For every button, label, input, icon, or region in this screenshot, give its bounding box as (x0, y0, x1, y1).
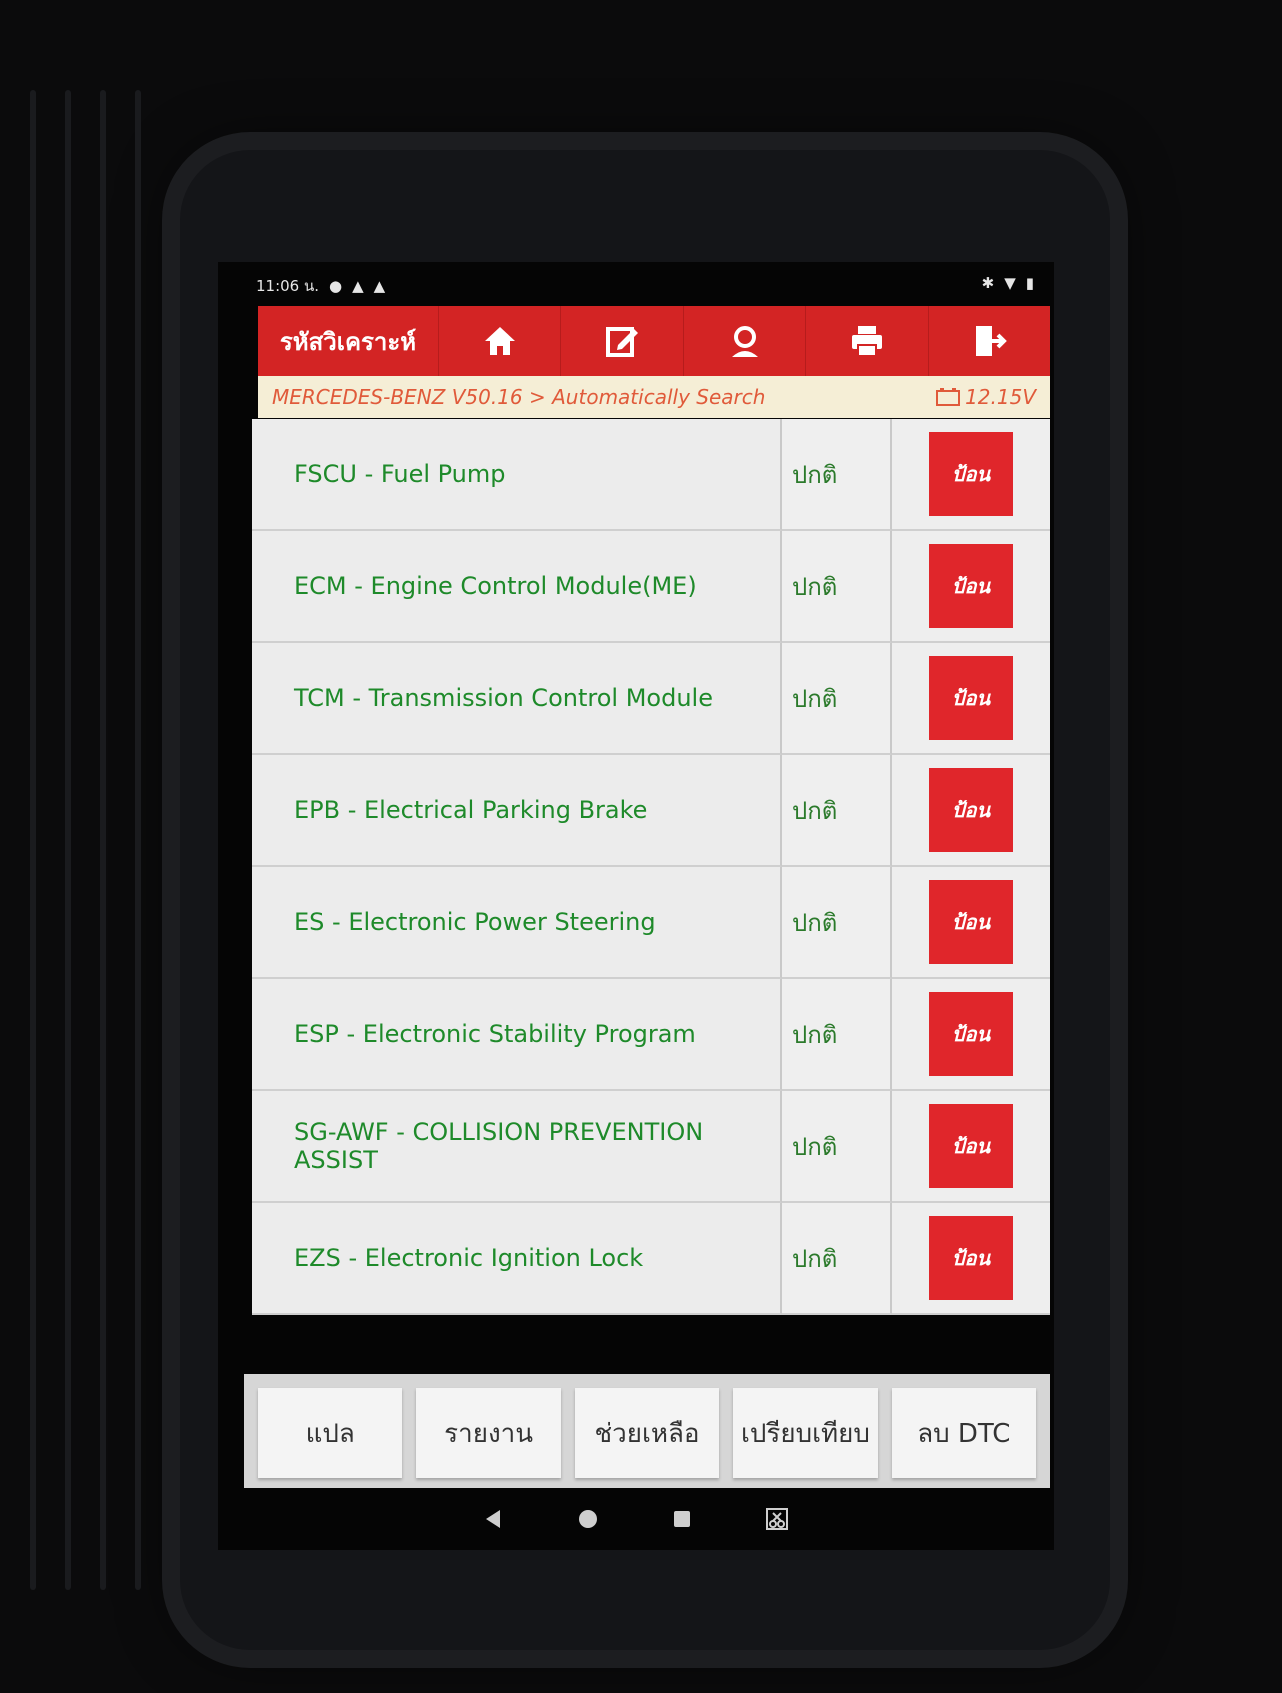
alert-icon-2: ▲ (373, 277, 386, 295)
clear-dtc-button[interactable]: ลบ DTC (891, 1388, 1037, 1478)
exit-icon (976, 326, 1008, 356)
module-name: EPB - Electrical Parking Brake (252, 755, 782, 867)
status-time: 11:06 น. (256, 277, 320, 295)
compare-button[interactable]: เปรียบเทียบ (733, 1388, 878, 1478)
enter-button[interactable]: ป้อน (929, 1104, 1013, 1188)
module-status: ปกติ (782, 643, 892, 755)
module-status: ปกติ (782, 867, 892, 979)
module-name: ECM - Engine Control Module(ME) (252, 531, 782, 643)
enter-button[interactable]: ป้อน (929, 656, 1013, 740)
report-button[interactable]: รายงาน (416, 1388, 561, 1478)
toolbar: รหัสวิเคราะห์ (258, 306, 1050, 376)
android-nav-bar (218, 1488, 1054, 1550)
module-status: ปกติ (782, 755, 892, 867)
exit-button[interactable] (927, 306, 1050, 376)
bottom-action-bar: แปล รายงาน ช่วยเหลือ เปรียบเทียบ ลบ DTC (244, 1374, 1050, 1488)
enter-button[interactable]: ป้อน (929, 544, 1013, 628)
voltage-value: 12.15V (965, 385, 1036, 409)
home-nav-icon[interactable] (576, 1507, 600, 1531)
module-status: ปกติ (782, 531, 892, 643)
module-name: FSCU - Fuel Pump (252, 419, 782, 531)
battery-icon: ▮ (1025, 274, 1034, 292)
toolbar-title: รหัสวิเคราะห์ (279, 327, 417, 356)
voltage-readout: 12.15V (935, 385, 1036, 409)
print-button[interactable] (805, 306, 927, 376)
module-name: TCM - Transmission Control Module (252, 643, 782, 755)
breadcrumb: MERCEDES-BENZ V50.16 > Automatically Sea… (258, 376, 1050, 418)
breadcrumb-path: MERCEDES-BENZ V50.16 > Automatically Sea… (272, 385, 766, 409)
enter-button[interactable]: ป้อน (929, 1216, 1013, 1300)
module-name: EZS - Electronic Ignition Lock (252, 1203, 782, 1315)
home-button[interactable] (438, 306, 560, 376)
screenshot-icon[interactable] (764, 1506, 790, 1532)
wifi-icon: ▼ (1004, 274, 1016, 292)
enter-button[interactable]: ป้อน (929, 768, 1013, 852)
alert-icon: ▲ (352, 277, 364, 295)
edit-icon (606, 327, 639, 357)
status-bar: 11:06 น. ● ▲ ▲ ✱ ▼ ▮ (218, 262, 1054, 302)
back-icon[interactable] (482, 1507, 506, 1531)
list-item: FSCU - Fuel Pump ปกติ ป้อน (252, 419, 1050, 531)
support-button[interactable] (682, 306, 805, 376)
notification-icon: ● (329, 277, 343, 295)
home-icon (484, 327, 515, 355)
module-status: ปกติ (782, 1091, 892, 1203)
enter-button[interactable]: ป้อน (929, 992, 1013, 1076)
print-icon (851, 326, 882, 357)
support-icon (731, 326, 758, 357)
recents-icon[interactable] (670, 1507, 694, 1531)
list-item: ECM - Engine Control Module(ME) ปกติ ป้อ… (252, 531, 1050, 643)
tablet-screen: 11:06 น. ● ▲ ▲ ✱ ▼ ▮ รหัสวิเคราะห์ MERCE… (218, 262, 1054, 1550)
module-name: ES - Electronic Power Steering (252, 867, 782, 979)
module-name: ESP - Electronic Stability Program (252, 979, 782, 1091)
list-item: SG-AWF - COLLISION PREVENTION ASSIST ปกต… (252, 1091, 1050, 1203)
module-name: SG-AWF - COLLISION PREVENTION ASSIST (252, 1091, 782, 1203)
enter-button[interactable]: ป้อน (929, 880, 1013, 964)
list-item: EPB - Electrical Parking Brake ปกติ ป้อน (252, 755, 1050, 867)
module-status: ปกติ (782, 419, 892, 531)
device-grille (20, 90, 160, 1590)
bluetooth-icon: ✱ (981, 274, 995, 292)
list-item: TCM - Transmission Control Module ปกติ ป… (252, 643, 1050, 755)
help-button[interactable]: ช่วยเหลือ (574, 1388, 720, 1478)
list-item: ES - Electronic Power Steering ปกติ ป้อน (252, 867, 1050, 979)
module-status: ปกติ (782, 1203, 892, 1315)
list-item: EZS - Electronic Ignition Lock ปกติ ป้อน (252, 1203, 1050, 1315)
list-item: ESP - Electronic Stability Program ปกติ … (252, 979, 1050, 1091)
translate-button[interactable]: แปล (258, 1388, 403, 1478)
enter-button[interactable]: ป้อน (929, 432, 1013, 516)
battery-voltage-icon (936, 388, 961, 406)
edit-button[interactable] (560, 306, 682, 376)
module-list: FSCU - Fuel Pump ปกติ ป้อน ECM - Engine … (252, 419, 1050, 1374)
module-status: ปกติ (782, 979, 892, 1091)
